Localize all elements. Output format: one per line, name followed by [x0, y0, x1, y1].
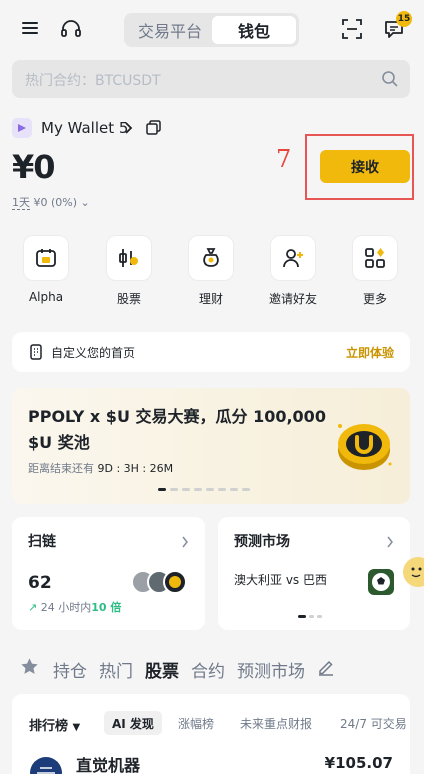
chevron-down-icon: ⌄ [80, 196, 90, 209]
customize-label: 自定义您的首页 [51, 346, 136, 360]
scan-icon[interactable] [341, 18, 363, 40]
tab-wallet[interactable]: 钱包 [212, 16, 296, 44]
search-icon [381, 70, 398, 91]
wallet-avatar-icon [12, 118, 32, 138]
ranking-dropdown[interactable]: 排行榜 ▼ [29, 715, 80, 734]
message-icon[interactable]: 15 [383, 11, 412, 40]
promo-title: PPOLY x $U 交易大赛，瓜分 100,000 $U 奖池 [28, 407, 326, 452]
soccer-ball-icon [368, 569, 394, 599]
chip-earnings[interactable]: 未来重点财报 [232, 711, 320, 735]
prediction-match: 澳大利亚 vs 巴西 [234, 573, 327, 587]
search-placeholder: 热门合约：BTCUSDT [25, 73, 161, 89]
invite-user-icon[interactable] [270, 235, 316, 281]
tab-futures[interactable]: 合约 [191, 657, 225, 682]
tab-hot[interactable]: 热门 [99, 657, 133, 682]
platform-switch: 交易平台 钱包 [124, 13, 299, 47]
chain-card-value: 62 [28, 573, 52, 593]
caret-down-icon: ▼ [72, 722, 81, 733]
tab-prediction-market[interactable]: 预测市场 [237, 657, 305, 682]
trend-up-icon: ↗ [28, 601, 38, 614]
promo-countdown: 距离结束还有 9D : 3H : 26M [28, 462, 174, 475]
stock-chart-icon[interactable] [106, 235, 152, 281]
wallet-name[interactable]: My Wallet 5 [41, 119, 128, 137]
quick-action-alpha: Alpha [28, 290, 64, 304]
change-value: ¥0 (0%) [33, 196, 78, 209]
ranking-section: 排行榜 ▼ AI 发现 涨幅榜 未来重点财报 24/7 可交易 直觉机器 ¥10… [12, 694, 410, 774]
search-bar[interactable]: 热门合约：BTCUSDT [12, 60, 410, 98]
quick-action-stocks: 股票 [116, 292, 141, 306]
tab-stocks[interactable]: 股票 [145, 657, 179, 682]
headset-icon[interactable] [60, 18, 82, 40]
tab-exchange[interactable]: 交易平台 [128, 16, 212, 44]
edit-icon[interactable] [317, 658, 335, 681]
copy-icon[interactable] [146, 120, 161, 135]
balance-change[interactable]: 1天 ¥0 (0%) ⌄ [12, 194, 90, 210]
prediction-market-card[interactable]: 预测市场 澳大利亚 vs 巴西 [218, 517, 410, 630]
annotation-number: 7 [276, 145, 292, 173]
stock-price: ¥105.07 [324, 754, 393, 772]
chip-ai-discover[interactable]: AI 发现 [104, 711, 162, 735]
message-badge: 15 [396, 11, 412, 27]
chip-gainers[interactable]: 涨幅榜 [170, 711, 222, 735]
more-grid-icon[interactable] [352, 235, 398, 281]
quick-action-earn: 理财 [198, 292, 223, 306]
chip-24-7-trading[interactable]: 24/7 可交易 [332, 711, 415, 735]
customize-homepage-banner[interactable]: 自定义您的首页 立即体验 [12, 332, 410, 372]
money-bag-icon[interactable] [188, 235, 234, 281]
quick-action-invite: 邀请好友 [268, 292, 317, 306]
token-logos-icon [130, 569, 192, 599]
tab-holdings[interactable]: 持仓 [53, 657, 87, 682]
period-label: 1天 [12, 196, 30, 210]
chain-card-sub: ↗ 24 小时内10 倍 [28, 601, 122, 614]
star-icon[interactable] [20, 657, 39, 681]
stock-logo-icon [29, 756, 63, 774]
wallet-balance: ¥0 [12, 148, 56, 186]
quick-action-more: 更多 [362, 292, 387, 306]
phone-layout-icon [29, 344, 43, 364]
alpha-calendar-icon[interactable] [23, 235, 69, 281]
chevron-right-icon[interactable] [124, 121, 134, 135]
menu-icon[interactable] [22, 20, 38, 36]
receive-button[interactable]: 接收 [320, 150, 410, 183]
chain-card-title: 扫链 [28, 534, 56, 550]
carousel-dots [158, 488, 250, 491]
try-now-link[interactable]: 立即体验 [346, 344, 394, 361]
chain-scan-card[interactable]: 扫链 62 ↗ 24 小时内10 倍 [12, 517, 205, 630]
chevron-right-icon [386, 533, 394, 552]
mascot-icon[interactable] [400, 556, 424, 592]
prediction-card-title: 预测市场 [234, 534, 290, 550]
stock-name[interactable]: 直觉机器 [76, 752, 140, 774]
u-coin-icon [332, 412, 396, 480]
chevron-right-icon [181, 533, 189, 552]
promo-banner[interactable]: PPOLY x $U 交易大赛，瓜分 100,000 $U 奖池 距离结束还有 … [12, 388, 410, 504]
content-tabs: 持仓 热门 股票 合约 预测市场 [20, 657, 347, 682]
card-dots [298, 615, 322, 618]
